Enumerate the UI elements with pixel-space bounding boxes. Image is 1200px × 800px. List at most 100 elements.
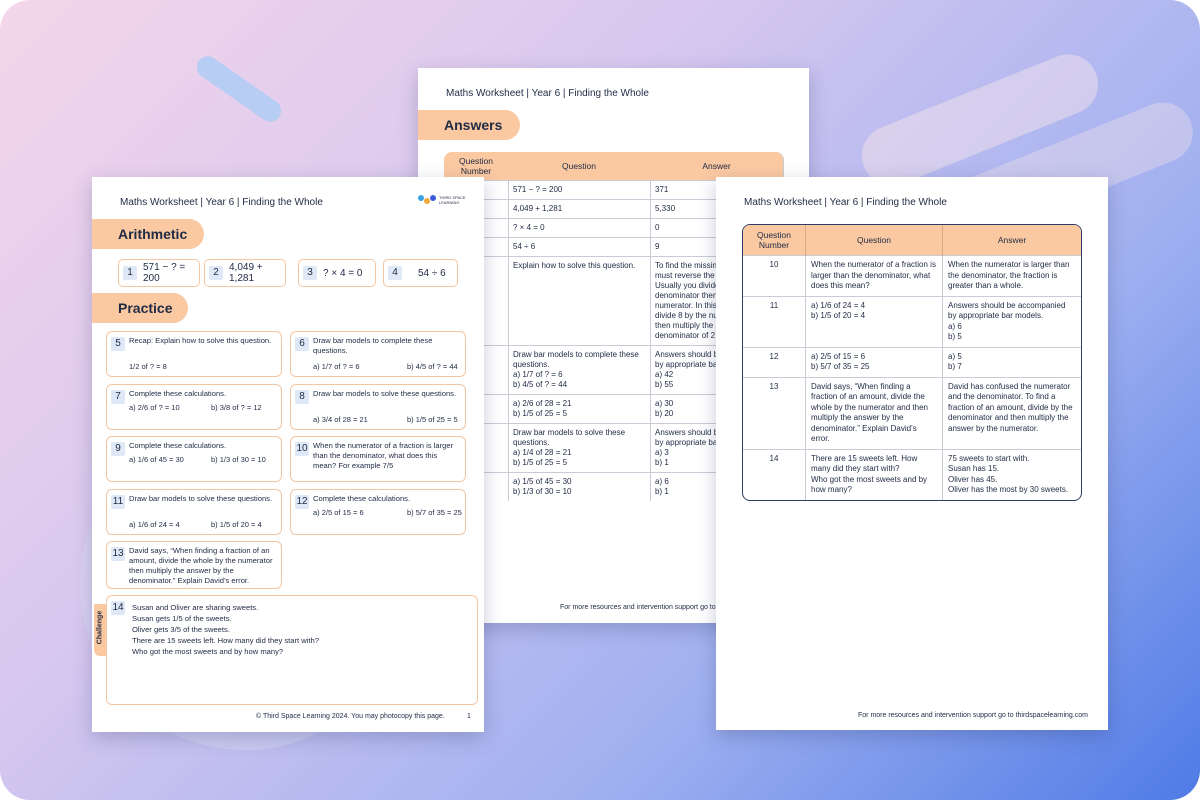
question-number: 2 [209, 266, 223, 280]
table-row: 13 David says, “When finding a fraction o… [743, 376, 1081, 449]
question-cell: Explain how to solve this question. [508, 256, 650, 345]
question-cell: 54 ÷ 6 [508, 237, 650, 256]
col-header: Answer [650, 152, 784, 180]
answer-cell: Answers should be accompanied by appropr… [942, 295, 1081, 347]
background: Maths Worksheet | Year 6 | Finding the W… [0, 0, 1200, 800]
question-cell: David says, “When finding a fraction of … [805, 376, 943, 449]
page-header: Maths Worksheet | Year 6 | Finding the W… [744, 197, 947, 208]
question-line: Oliver gets 3/5 of the sweets. [132, 625, 230, 634]
practice-question-12: 12 Complete these calculations. a) 2/5 o… [290, 489, 466, 535]
table-row: 12 a) 2/5 of 15 = 6 b) 5/7 of 35 = 25 a) 5… [743, 346, 1081, 377]
answers-page-right: Maths Worksheet | Year 6 | Finding the W… [716, 177, 1108, 730]
answers-table: Question Number Question Answer 10 When t… [742, 224, 1082, 501]
question-part-b: b) 1/5 of 25 = 5 [407, 415, 458, 424]
question-number-cell: 11 [743, 295, 806, 347]
question-part-a: a) 2/5 of 15 = 6 [313, 508, 364, 517]
question-cell: Draw bar models to complete these questi… [508, 345, 650, 394]
question-text: Draw bar models to solve these questions… [313, 389, 457, 398]
col-header: Question [508, 152, 650, 180]
question-text: Complete these calculations. [129, 389, 227, 398]
question-number: 12 [295, 495, 309, 509]
question-line: There are 15 sweets left. How many did t… [132, 636, 319, 645]
question-text: Complete these calculations. [129, 441, 227, 450]
page-footer: For more resources and intervention supp… [858, 712, 1088, 719]
col-header: Question Number [444, 152, 508, 180]
page-number: 1 [467, 713, 471, 720]
col-header: Question [805, 225, 943, 256]
question-part-a: a) 3/4 of 28 = 21 [313, 415, 368, 424]
practice-question-6: 6 Draw bar models to complete these ques… [290, 331, 466, 377]
question-number-cell: 13 [743, 376, 806, 449]
page-footer: © Third Space Learning 2024. You may pho… [256, 713, 445, 720]
logo-icon [418, 195, 436, 204]
question-text: Complete these calculations. [313, 494, 411, 503]
question-number: 9 [111, 442, 125, 456]
page-header: Maths Worksheet | Year 6 | Finding the W… [120, 197, 323, 208]
question-number: 11 [111, 495, 125, 509]
question-text: ? × 4 = 0 [323, 267, 363, 279]
question-part-b: b) 4/5 of ? = 44 [407, 362, 458, 371]
question-cell: When the numerator of a fraction is larg… [805, 255, 943, 296]
answer-cell: When the numerator is larger than the de… [942, 255, 1081, 296]
answer-cell: David has confused the numerator and the… [942, 376, 1081, 449]
question-cell: Draw bar models to solve these questions… [508, 423, 650, 472]
practice-question-10: 10 When the numerator of a fraction is l… [290, 436, 466, 482]
question-part-b: b) 1/3 of 30 = 10 [211, 455, 266, 464]
question-cell: ? × 4 = 0 [508, 218, 650, 237]
section-title-arithmetic: Arithmetic [92, 219, 204, 249]
question-number: 14 [111, 601, 125, 615]
question-part-b: b) 5/7 of 35 = 25 [407, 508, 462, 517]
challenge-question-14: 14 Susan and Oliver are sharing sweets. … [106, 595, 478, 705]
section-title-practice: Practice [92, 293, 188, 323]
question-cell: a) 2/6 of 28 = 21 b) 1/5 of 25 = 5 [508, 394, 650, 423]
practice-question-13: 13 David says, “When finding a fraction … [106, 541, 282, 589]
question-cell: 4,049 + 1,281 [508, 199, 650, 218]
question-number: 7 [111, 390, 125, 404]
question-number-cell: 10 [743, 255, 806, 296]
question-number: 6 [295, 337, 309, 351]
practice-question-5: 5 Recap: Explain how to solve this quest… [106, 331, 282, 377]
question-text: When the numerator of a fraction is larg… [313, 441, 454, 470]
page-header: Maths Worksheet | Year 6 | Finding the W… [446, 88, 649, 99]
third-space-learning-logo: THIRD SPACE LEARNING [417, 193, 471, 209]
col-header: Question Number [743, 225, 806, 256]
question-text: 54 ÷ 6 [418, 267, 446, 279]
practice-question-11: 11 Draw bar models to solve these questi… [106, 489, 282, 535]
question-text: 4,049 + 1,281 [229, 262, 263, 284]
arithmetic-question-2: 2 4,049 + 1,281 [204, 259, 286, 287]
question-number: 4 [388, 266, 402, 280]
question-part-a: 1/2 of ? = 8 [129, 362, 167, 371]
col-header: Answer [942, 225, 1081, 256]
question-number: 13 [111, 547, 125, 561]
table-row: 14 There are 15 sweets left. How many did… [743, 448, 1081, 500]
worksheet-page-front: Maths Worksheet | Year 6 | Finding the W… [92, 177, 484, 732]
question-cell: 571 − ? = 200 [508, 180, 650, 199]
arithmetic-question-3: 3 ? × 4 = 0 [298, 259, 376, 287]
question-part-a: a) 1/7 of ? = 6 [313, 362, 360, 371]
table-row: 10 When the numerator of a fraction is la… [743, 255, 1081, 296]
question-text: David says, “When finding a fraction of … [129, 546, 273, 585]
page-footer: For more resources and intervention supp… [560, 604, 716, 611]
table-row: 11 a) 1/6 of 24 = 4 b) 1/5 of 20 = 4 Answe… [743, 295, 1081, 347]
answer-cell: a) 5 b) 7 [942, 346, 1081, 377]
question-cell: a) 2/5 of 15 = 6 b) 5/7 of 35 = 25 [805, 346, 943, 377]
logo-text: THIRD SPACE LEARNING [439, 195, 466, 205]
question-number-cell: 14 [743, 448, 806, 500]
question-text: Recap: Explain how to solve this questio… [129, 336, 272, 345]
question-number-cell: 12 [743, 346, 806, 377]
practice-question-7: 7 Complete these calculations. a) 2/6 of… [106, 384, 282, 430]
question-text: Susan and Oliver are sharing sweets. Sus… [132, 602, 473, 657]
question-line: Susan and Oliver are sharing sweets. [132, 603, 259, 612]
question-number: 3 [303, 266, 317, 280]
question-part-a: a) 1/6 of 24 = 4 [129, 520, 180, 529]
question-text: Draw bar models to solve these questions… [129, 494, 273, 503]
question-number: 10 [295, 442, 309, 456]
question-cell: There are 15 sweets left. How many did t… [805, 448, 943, 500]
question-cell: a) 1/6 of 24 = 4 b) 1/5 of 20 = 4 [805, 295, 943, 347]
decor-shape [192, 51, 286, 127]
practice-question-8: 8 Draw bar models to solve these questio… [290, 384, 466, 430]
arithmetic-question-4: 4 54 ÷ 6 [383, 259, 458, 287]
practice-question-9: 9 Complete these calculations. a) 1/6 of… [106, 436, 282, 482]
question-text: 571 − ? = 200 [143, 262, 186, 284]
arithmetic-question-1: 1 571 − ? = 200 [118, 259, 200, 287]
